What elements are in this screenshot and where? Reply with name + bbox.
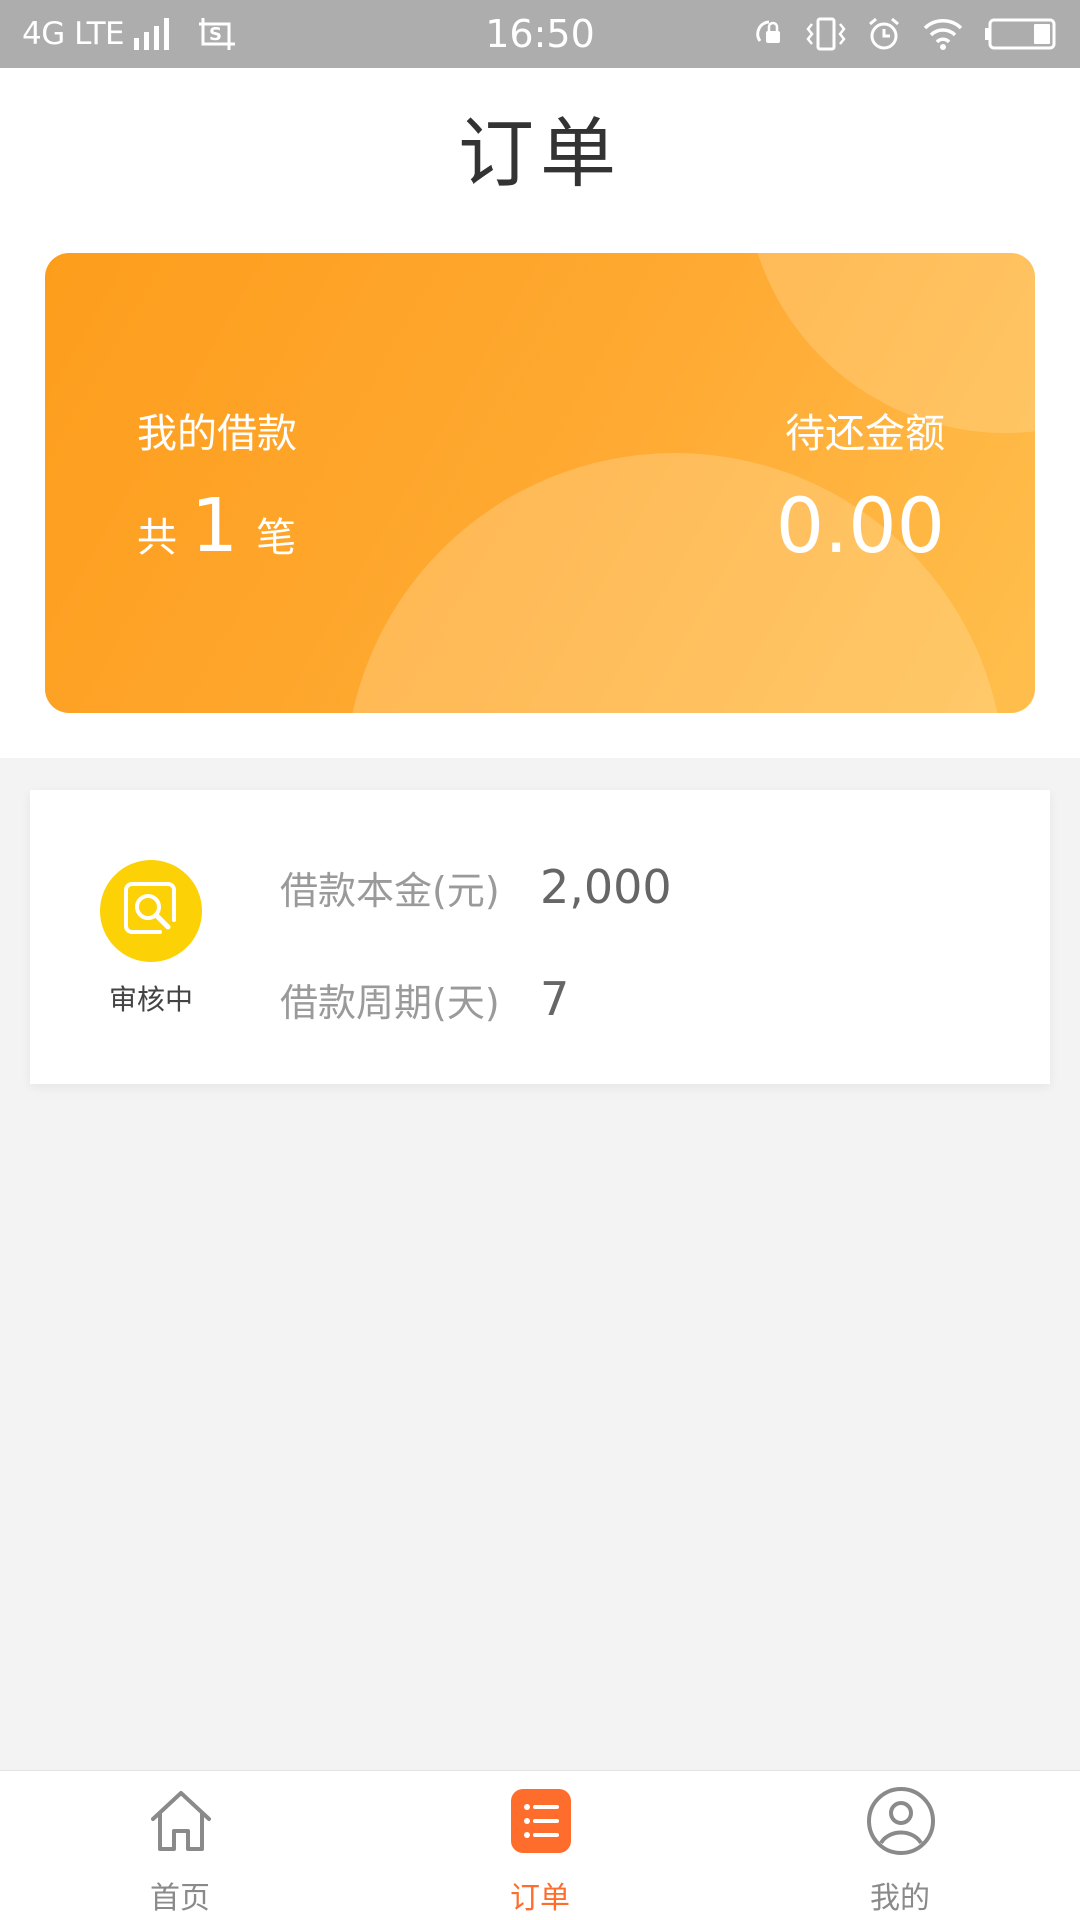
vibrate-icon xyxy=(806,17,846,51)
term-value: 7 xyxy=(540,972,570,1026)
amount-due-value: 0.00 xyxy=(775,481,945,570)
term-label: 借款周期(天) xyxy=(280,981,500,1025)
wifi-icon xyxy=(923,19,963,50)
status-bar: 4G LTE S 16:50 xyxy=(0,0,1080,68)
loan-count: 共 1 笔 xyxy=(137,483,296,569)
review-status-icon xyxy=(100,860,202,962)
status-right xyxy=(752,14,1058,54)
alarm-icon xyxy=(869,17,899,50)
principal-label: 借款本金(元) xyxy=(280,869,500,913)
tab-home[interactable]: 首页 xyxy=(0,1771,360,1920)
loan-summary-card: 我的借款 共 1 笔 待还金额 0.00 xyxy=(45,253,1035,713)
order-page: 4G LTE S 16:50 订单 我的借款 共 1 笔 待还金额 0.00 审… xyxy=(0,0,1080,1920)
loan-count-suffix: 笔 xyxy=(256,515,297,561)
tab-profile[interactable]: 我的 xyxy=(720,1771,1080,1920)
loan-count-number: 1 xyxy=(191,483,239,569)
rotation-lock-icon xyxy=(756,20,780,43)
tab-orders-label: 订单 xyxy=(510,1881,570,1916)
profile-icon xyxy=(867,1787,935,1855)
tab-profile-label: 我的 xyxy=(870,1881,930,1916)
order-status: 审核中 xyxy=(108,983,193,1016)
order-list-icon xyxy=(511,1789,571,1853)
principal-value: 2,000 xyxy=(540,860,672,914)
battery-icon xyxy=(985,18,1056,50)
order-item[interactable]: 审核中 借款本金(元) 2,000 借款周期(天) 7 xyxy=(30,790,1050,1084)
tab-home-label: 首页 xyxy=(150,1881,210,1916)
my-loans-label: 我的借款 xyxy=(137,411,297,457)
amount-due-label: 待还金额 xyxy=(785,411,945,457)
loan-count-prefix: 共 xyxy=(137,515,177,561)
home-icon xyxy=(151,1791,211,1851)
page-title: 订单 xyxy=(458,109,622,198)
tab-bar: 首页 订单 我的 xyxy=(0,1770,1080,1920)
header: 订单 我的借款 共 1 笔 待还金额 0.00 xyxy=(0,68,1080,758)
tab-orders[interactable]: 订单 xyxy=(360,1771,720,1920)
